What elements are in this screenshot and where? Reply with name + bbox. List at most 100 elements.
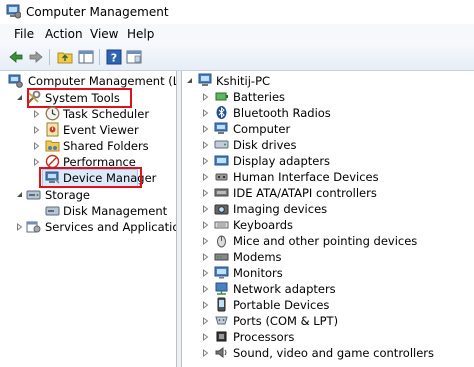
collapsed-arrow-icon[interactable] — [202, 253, 209, 261]
device-category-label: Network adapters — [233, 282, 336, 296]
tree-label: Storage — [45, 188, 90, 202]
device-category-item[interactable]: Network adapters — [202, 281, 472, 297]
device-category-item[interactable]: Bluetooth Radios — [202, 105, 472, 121]
help-icon[interactable]: ? — [106, 49, 122, 65]
device-category-label: Human Interface Devices — [233, 170, 379, 184]
tree-label: Shared Folders — [63, 139, 149, 153]
device-category-item[interactable]: Keyboards — [202, 217, 472, 233]
tree-item-services-applications[interactable]: Services and Applications — [16, 219, 176, 235]
device-category-label: Sound, video and game controllers — [233, 346, 435, 360]
display-adapter-icon — [214, 155, 229, 166]
device-category-label: Ports (COM & LPT) — [233, 314, 339, 328]
menu-help[interactable]: Help — [127, 27, 154, 41]
collapsed-arrow-icon[interactable] — [202, 157, 209, 165]
collapsed-arrow-icon[interactable] — [202, 333, 209, 341]
tree-item-task-scheduler[interactable]: Task Scheduler — [33, 106, 173, 122]
expanded-arrow-icon[interactable] — [186, 77, 193, 84]
collapsed-arrow-icon[interactable] — [202, 141, 209, 149]
device-category-item[interactable]: IDE ATA/ATAPI controllers — [202, 185, 472, 201]
port-icon — [215, 316, 228, 325]
menu-view[interactable]: View — [90, 27, 118, 41]
device-category-item[interactable]: Sound, video and game controllers — [202, 345, 472, 361]
disk-drive-icon — [214, 140, 229, 149]
portable-device-icon — [217, 297, 226, 312]
device-category-item[interactable]: Disk drives — [202, 137, 472, 153]
forward-icon[interactable] — [28, 49, 44, 65]
highlight-box — [27, 88, 132, 108]
tree-label: Services and Applications — [45, 220, 176, 234]
shared-folder-icon — [45, 140, 60, 152]
network-adapter-icon — [215, 282, 228, 295]
computer-name-label: Kshitij-PC — [216, 74, 271, 88]
device-category-label: Bluetooth Radios — [233, 106, 331, 120]
device-category-item[interactable]: Modems — [202, 249, 472, 265]
collapsed-arrow-icon[interactable] — [33, 126, 40, 134]
expanded-arrow-icon[interactable] — [16, 191, 23, 198]
collapsed-arrow-icon[interactable] — [202, 173, 209, 181]
camera-icon — [214, 204, 229, 215]
speaker-icon — [215, 347, 227, 358]
svg-text:?: ? — [111, 52, 117, 65]
expanded-arrow-icon[interactable] — [16, 94, 23, 101]
device-category-label: Computer — [233, 122, 291, 136]
tree-item-storage[interactable]: Storage — [16, 187, 166, 203]
disk-management-icon — [45, 206, 60, 216]
device-category-item[interactable]: Ports (COM & LPT) — [202, 313, 472, 329]
up-folder-icon[interactable] — [57, 49, 73, 65]
collapsed-arrow-icon[interactable] — [202, 205, 209, 213]
show-hide-tree-icon[interactable] — [78, 49, 94, 65]
toolbar-separator — [49, 49, 50, 65]
collapsed-arrow-icon[interactable] — [202, 269, 209, 277]
device-category-item[interactable]: Human Interface Devices — [202, 169, 472, 185]
collapsed-arrow-icon[interactable] — [202, 301, 209, 309]
monitor-icon — [214, 266, 229, 279]
tree-label: Event Viewer — [63, 123, 139, 137]
collapsed-arrow-icon[interactable] — [33, 142, 40, 150]
collapsed-arrow-icon[interactable] — [202, 349, 209, 357]
device-category-item[interactable]: Portable Devices — [202, 297, 472, 313]
device-category-item[interactable]: Mice and other pointing devices — [202, 233, 472, 249]
device-category-item[interactable]: Batteries — [202, 89, 472, 105]
processor-icon — [216, 331, 227, 342]
back-icon[interactable] — [8, 49, 24, 65]
device-category-item[interactable]: Imaging devices — [202, 201, 472, 217]
collapsed-arrow-icon[interactable] — [202, 189, 209, 197]
tree-item-event-viewer[interactable]: Event Viewer — [33, 122, 173, 138]
tree-item-computer-management[interactable]: Computer Management (Local — [6, 73, 176, 89]
event-viewer-icon — [46, 122, 59, 137]
collapsed-arrow-icon[interactable] — [202, 125, 209, 133]
collapsed-arrow-icon[interactable] — [33, 158, 40, 166]
device-computer-node[interactable]: Kshitij-PC — [186, 73, 466, 89]
menu-action[interactable]: Action — [45, 27, 83, 41]
collapsed-arrow-icon[interactable] — [33, 110, 40, 118]
collapsed-arrow-icon[interactable] — [202, 237, 209, 245]
collapsed-arrow-icon[interactable] — [202, 221, 209, 229]
title-bar: Computer Management — [0, 0, 474, 24]
menu-bar: File Action View Help — [0, 24, 474, 44]
device-category-item[interactable]: Computer — [202, 121, 472, 137]
tree-label: Task Scheduler — [63, 107, 150, 121]
menu-file[interactable]: File — [14, 27, 34, 41]
tree-item-disk-management[interactable]: Disk Management — [45, 203, 170, 219]
window-title: Computer Management — [26, 5, 169, 19]
collapsed-arrow-icon[interactable] — [202, 317, 209, 325]
device-category-label: Processors — [233, 330, 295, 344]
device-category-label: Imaging devices — [233, 202, 328, 216]
properties-icon[interactable] — [126, 49, 142, 65]
hid-icon — [215, 173, 228, 181]
computer-icon — [214, 122, 228, 134]
storage-icon — [26, 190, 41, 200]
collapsed-arrow-icon[interactable] — [202, 93, 209, 101]
device-category-item[interactable]: Monitors — [202, 265, 472, 281]
collapsed-arrow-icon[interactable] — [16, 223, 23, 231]
collapsed-arrow-icon[interactable] — [202, 109, 209, 117]
collapsed-arrow-icon[interactable] — [202, 285, 209, 293]
device-category-label: Disk drives — [233, 138, 297, 152]
device-category-item[interactable]: Processors — [202, 329, 472, 345]
device-category-item[interactable]: Display adapters — [202, 153, 472, 169]
device-category-label: Mice and other pointing devices — [233, 234, 418, 248]
tree-item-shared-folders[interactable]: Shared Folders — [33, 138, 173, 154]
device-category-label: Batteries — [233, 90, 286, 104]
tree-label: Disk Management — [63, 204, 168, 218]
clock-icon — [45, 106, 60, 121]
